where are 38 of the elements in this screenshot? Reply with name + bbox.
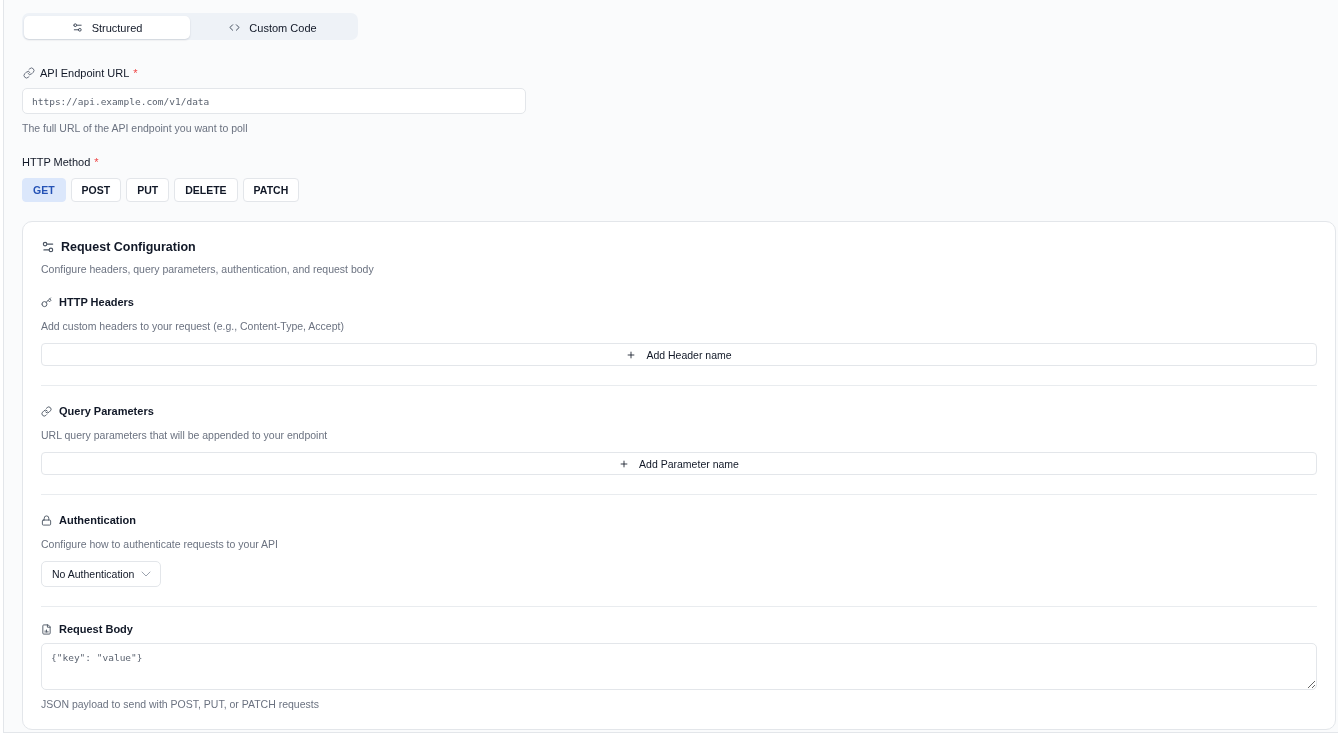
mode-tab[interactable]: Custom Code — [190, 16, 356, 39]
section-title: Query Parameters — [59, 404, 154, 418]
card-title: Request Configuration — [61, 239, 196, 255]
method-button[interactable]: GET — [22, 178, 66, 202]
sliders-icon — [41, 240, 55, 254]
field-label: API Endpoint URL — [40, 66, 130, 80]
section-title: Authentication — [59, 513, 136, 527]
url-input[interactable]: https://api.example.com/v1/data — [22, 88, 526, 114]
key-icon — [41, 296, 52, 308]
card-subtitle: Configure headers, query parameters, authentication, and request body — [41, 262, 375, 276]
link-icon — [23, 67, 35, 79]
link-icon — [41, 405, 52, 417]
help-text: The full URL of the API endpoint you want to poll — [22, 121, 249, 135]
chevron-down-icon — [142, 572, 151, 576]
document-icon — [41, 623, 52, 635]
required-mark: * — [94, 155, 99, 169]
sliders-icon — [71, 22, 83, 33]
field-label: HTTP Method — [22, 155, 91, 169]
method-button[interactable]: POST — [70, 178, 122, 202]
plus-icon — [619, 458, 630, 469]
add-button[interactable]: Add Header name — [41, 343, 1317, 366]
lock-icon — [41, 514, 52, 526]
section-description: Configure how to authenticate requests to your API — [41, 537, 279, 551]
add-button[interactable]: Add Parameter name — [41, 452, 1317, 475]
section-description: URL query parameters that will be appended to your endpoint — [41, 428, 329, 442]
method-button[interactable]: DELETE — [174, 178, 238, 202]
mode-tab[interactable]: Structured — [24, 16, 190, 39]
help-text: JSON payload to send with POST, PUT, or PATCH requests — [41, 697, 320, 711]
plus-icon — [626, 349, 637, 360]
section-description: Add custom headers to your request (e.g., Content-Type, Accept) — [41, 319, 345, 333]
request-body-input[interactable]: {"key": "value"} — [41, 643, 1317, 690]
section-title: HTTP Headers — [59, 295, 134, 309]
method-button[interactable]: PUT — [126, 178, 170, 202]
auth-dropdown[interactable]: No Authentication — [41, 561, 162, 587]
method-button[interactable]: PATCH — [242, 178, 300, 202]
required-mark: * — [133, 66, 138, 80]
section-title: Request Body — [59, 622, 133, 636]
code-icon — [229, 22, 241, 33]
